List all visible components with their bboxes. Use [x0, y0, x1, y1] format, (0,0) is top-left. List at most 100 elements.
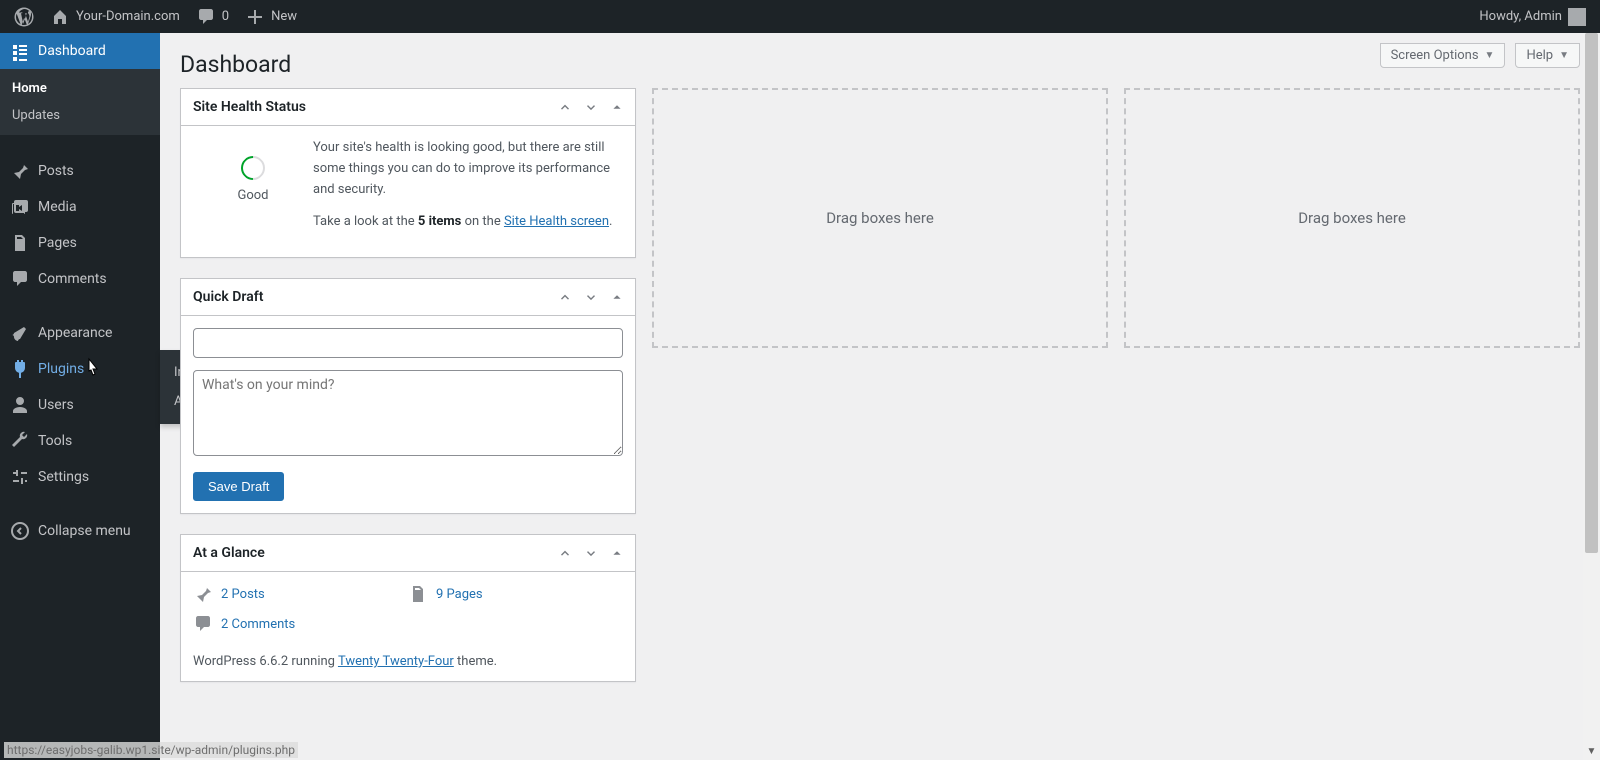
avatar: [1568, 8, 1586, 26]
drop-zone[interactable]: Drag boxes here: [1124, 88, 1580, 348]
new-label: New: [271, 9, 297, 24]
site-health-link[interactable]: Site Health screen: [504, 214, 609, 229]
health-indicator-icon: [236, 151, 270, 185]
sidebar-item-label: Settings: [38, 469, 89, 485]
move-up-button[interactable]: [553, 95, 577, 119]
sidebar-item-label: Appearance: [38, 325, 112, 341]
drop-zone-label: Drag boxes here: [826, 209, 934, 227]
caret-up-icon: [611, 101, 623, 113]
theme-link[interactable]: Twenty Twenty-Four: [338, 654, 454, 669]
sidebar-item-label: Plugins: [38, 361, 84, 377]
quick-draft-widget: Quick Draft S: [180, 278, 636, 514]
vertical-scrollbar[interactable]: ▼: [1583, 33, 1600, 760]
move-down-button[interactable]: [579, 541, 603, 565]
move-down-button[interactable]: [579, 95, 603, 119]
chevron-down-icon: ▼: [1485, 50, 1495, 61]
sidebar-item-posts[interactable]: Posts: [0, 153, 160, 189]
sidebar-item-collapse[interactable]: Collapse menu: [0, 513, 160, 549]
dashboard-submenu: Home Updates: [0, 69, 160, 135]
sidebar-item-media[interactable]: Media: [0, 189, 160, 225]
glance-footer: WordPress 6.6.2 running Twenty Twenty-Fo…: [193, 654, 623, 669]
screen-options-label: Screen Options: [1391, 48, 1479, 63]
health-items-text: Take a look at the 5 items on the Site H…: [313, 212, 623, 233]
sidebar-item-dashboard[interactable]: Dashboard: [0, 33, 160, 69]
sidebar-item-label: Comments: [38, 271, 107, 287]
chevron-down-icon: [584, 100, 598, 114]
sidebar-item-label: Pages: [38, 235, 77, 251]
wordpress-icon: [14, 7, 34, 27]
wrench-icon: [10, 431, 30, 451]
page-title: Dashboard: [180, 33, 1580, 88]
chevron-down-icon: [584, 290, 598, 304]
comments-link[interactable]: 0: [188, 0, 237, 33]
submenu-updates[interactable]: Updates: [0, 102, 160, 129]
caret-up-icon: [611, 547, 623, 559]
sidebar-item-label: Tools: [38, 433, 72, 449]
at-a-glance-widget: At a Glance 2 Posts: [180, 534, 636, 682]
help-label: Help: [1526, 48, 1553, 63]
health-status: Good: [193, 188, 313, 203]
brush-icon: [10, 323, 30, 343]
wp-logo[interactable]: [6, 0, 42, 33]
admin-sidebar: Dashboard Home Updates Posts Media Pages…: [0, 33, 160, 760]
toggle-button[interactable]: [605, 285, 629, 309]
collapse-icon: [10, 521, 30, 541]
chevron-up-icon: [558, 100, 572, 114]
plugin-icon: [10, 359, 30, 379]
site-health-title: Site Health Status: [181, 89, 553, 125]
home-icon: [50, 7, 70, 27]
sidebar-item-label: Collapse menu: [38, 523, 131, 539]
draft-title-input[interactable]: [193, 328, 623, 358]
sidebar-item-settings[interactable]: Settings: [0, 459, 160, 495]
sidebar-item-label: Dashboard: [38, 43, 106, 59]
sidebar-item-label: Media: [38, 199, 77, 215]
sidebar-item-pages[interactable]: Pages: [0, 225, 160, 261]
new-content-link[interactable]: New: [237, 0, 305, 33]
drop-zone[interactable]: Drag boxes here: [652, 88, 1108, 348]
media-icon: [10, 197, 30, 217]
sidebar-item-appearance[interactable]: Appearance: [0, 315, 160, 351]
screen-options-button[interactable]: Screen Options ▼: [1380, 43, 1506, 68]
submenu-home[interactable]: Home: [0, 75, 160, 102]
dashboard-icon: [10, 41, 30, 61]
howdy-text: Howdy, Admin: [1479, 9, 1562, 24]
chevron-down-icon: [584, 546, 598, 560]
health-description: Your site's health is looking good, but …: [313, 138, 623, 200]
my-account[interactable]: Howdy, Admin: [1471, 0, 1594, 33]
page-icon: [408, 584, 428, 604]
glance-comments-link[interactable]: 2 Comments: [221, 617, 295, 632]
site-name: Your-Domain.com: [76, 9, 180, 24]
admin-toolbar: Your-Domain.com 0 New Howdy, Admin: [0, 0, 1600, 33]
scrollbar-down-arrow[interactable]: ▼: [1583, 743, 1600, 760]
sidebar-item-plugins[interactable]: Plugins: [0, 351, 160, 387]
toggle-button[interactable]: [605, 95, 629, 119]
site-name-link[interactable]: Your-Domain.com: [42, 0, 188, 33]
move-up-button[interactable]: [553, 285, 577, 309]
page-icon: [10, 233, 30, 253]
save-draft-button[interactable]: Save Draft: [193, 472, 284, 501]
comment-icon: [196, 7, 216, 27]
comment-icon: [10, 269, 30, 289]
site-health-widget: Site Health Status Good: [180, 88, 636, 258]
toggle-button[interactable]: [605, 541, 629, 565]
help-button[interactable]: Help ▼: [1515, 43, 1580, 68]
move-up-button[interactable]: [553, 541, 577, 565]
move-down-button[interactable]: [579, 285, 603, 309]
pin-icon: [10, 161, 30, 181]
sidebar-item-users[interactable]: Users: [0, 387, 160, 423]
draft-content-textarea[interactable]: [193, 370, 623, 456]
statusbar-url: https://easyjobs-galib.wp1.site/wp-admin…: [4, 742, 298, 758]
glance-posts-link[interactable]: 2 Posts: [221, 587, 265, 602]
quick-draft-title: Quick Draft: [181, 279, 553, 315]
sidebar-item-comments[interactable]: Comments: [0, 261, 160, 297]
chevron-down-icon: ▼: [1559, 50, 1569, 61]
sliders-icon: [10, 467, 30, 487]
plus-icon: [245, 7, 265, 27]
drop-zone-label: Drag boxes here: [1298, 209, 1406, 227]
sidebar-item-tools[interactable]: Tools: [0, 423, 160, 459]
caret-up-icon: [611, 291, 623, 303]
scrollbar-thumb[interactable]: [1585, 33, 1598, 553]
glance-pages-link[interactable]: 9 Pages: [436, 587, 483, 602]
chevron-up-icon: [558, 546, 572, 560]
main-content: Screen Options ▼ Help ▼ Dashboard Site H…: [160, 33, 1600, 760]
